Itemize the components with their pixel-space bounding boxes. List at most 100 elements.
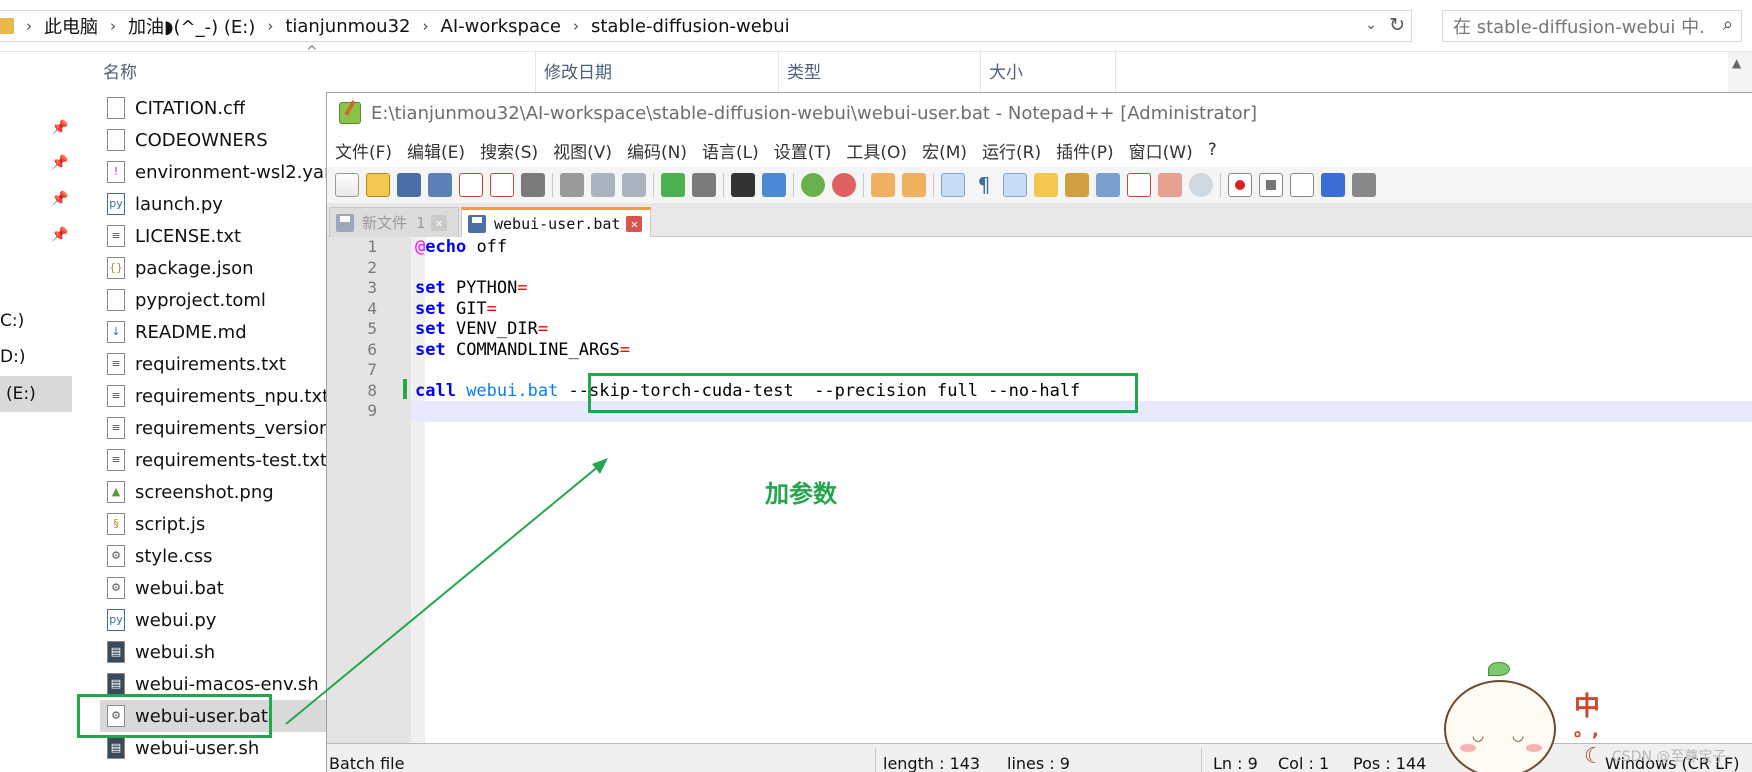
cut-icon[interactable] xyxy=(560,173,584,197)
copy-icon[interactable] xyxy=(591,173,615,197)
save-all-icon[interactable] xyxy=(428,173,452,197)
column-header-type[interactable]: 类型 xyxy=(787,52,821,94)
close-icon[interactable]: ✕ xyxy=(431,214,448,231)
list-item[interactable]: ⚙ webui.bat xyxy=(100,572,330,604)
column-header-date[interactable]: 修改日期 xyxy=(544,52,612,94)
indent-guide-icon[interactable] xyxy=(1003,173,1027,197)
sync-vertical-icon[interactable] xyxy=(871,173,895,197)
function-list-icon[interactable] xyxy=(1127,173,1151,197)
menu-file[interactable]: 文件(F) xyxy=(335,138,392,163)
print-icon[interactable] xyxy=(521,173,545,197)
search-input[interactable]: 在 stable-diffusion-webui 中... ⌕ xyxy=(1442,10,1742,42)
document-list-icon[interactable] xyxy=(1096,173,1120,197)
list-item[interactable]: py launch.py xyxy=(100,188,330,220)
column-header-name[interactable]: 名称 xyxy=(103,52,137,94)
chevron-right-icon[interactable]: › xyxy=(423,17,429,35)
menu-edit[interactable]: 编辑(E) xyxy=(407,138,465,163)
list-item[interactable]: ↓ README.md xyxy=(100,316,330,348)
breadcrumb-current-folder[interactable]: stable-diffusion-webui xyxy=(591,16,790,37)
new-file-icon[interactable] xyxy=(335,173,359,197)
sync-horizontal-icon[interactable] xyxy=(902,173,926,197)
list-item[interactable]: ! environment-wsl2.yaml xyxy=(100,156,330,188)
list-item[interactable]: pyproject.toml xyxy=(100,284,330,316)
list-item[interactable]: ≡ requirements_npu.txt xyxy=(100,380,330,412)
search-icon[interactable]: ⌕ xyxy=(1723,14,1733,35)
column-header-size[interactable]: 大小 xyxy=(989,52,1023,94)
nav-drive-e[interactable]: (E:) xyxy=(0,376,72,412)
chevron-right-icon[interactable]: › xyxy=(26,17,32,35)
show-all-characters-icon[interactable]: ¶ xyxy=(972,173,996,197)
window-title-bar[interactable]: E:\tianjunmou32\AI-workspace\stable-diff… xyxy=(327,93,1752,133)
menu-search[interactable]: 搜索(S) xyxy=(480,138,538,163)
pin-icon[interactable]: 📌 xyxy=(51,227,68,243)
record-macro-icon[interactable] xyxy=(1228,173,1252,197)
find-icon[interactable] xyxy=(731,173,755,197)
list-item[interactable]: ▤ webui.sh xyxy=(100,636,330,668)
nav-drive-d[interactable]: D:) xyxy=(0,347,25,367)
menu-window[interactable]: 窗口(W) xyxy=(1129,138,1193,163)
chevron-right-icon[interactable]: › xyxy=(110,17,116,35)
zoom-out-icon[interactable] xyxy=(832,173,856,197)
replace-icon[interactable] xyxy=(762,173,786,197)
menu-settings[interactable]: 设置(T) xyxy=(774,138,832,163)
chevron-down-icon[interactable]: ⌄ xyxy=(1365,17,1377,33)
list-item[interactable]: ≡ LICENSE.txt xyxy=(100,220,330,252)
undo-icon[interactable] xyxy=(661,173,685,197)
open-file-icon[interactable] xyxy=(366,173,390,197)
redo-icon[interactable] xyxy=(692,173,716,197)
save-macro-icon[interactable] xyxy=(1352,173,1376,197)
monitoring-icon[interactable] xyxy=(1189,173,1213,197)
breadcrumb-user-folder[interactable]: tianjunmou32 xyxy=(285,16,410,37)
list-item[interactable]: ≡ requirements-test.txt xyxy=(100,444,330,476)
list-item[interactable]: py webui.py xyxy=(100,604,330,636)
folder-as-workspace-icon[interactable] xyxy=(1158,173,1182,197)
list-item[interactable]: ≡ requirements.txt xyxy=(100,348,330,380)
column-divider[interactable] xyxy=(1115,52,1116,94)
column-divider[interactable] xyxy=(980,52,981,94)
breadcrumb-workspace[interactable]: AI-workspace xyxy=(441,16,561,37)
menu-run[interactable]: 运行(R) xyxy=(982,138,1041,163)
list-item[interactable]: {} package.json xyxy=(100,252,330,284)
list-item[interactable]: CITATION.cff xyxy=(100,92,330,124)
user-defined-language-icon[interactable] xyxy=(1034,173,1058,197)
chevron-right-icon[interactable]: › xyxy=(573,17,579,35)
save-icon[interactable] xyxy=(397,173,421,197)
close-file-icon[interactable] xyxy=(459,173,483,197)
column-divider[interactable] xyxy=(778,52,779,94)
menu-tools[interactable]: 工具(O) xyxy=(846,138,907,163)
list-item[interactable]: ⚙ style.css xyxy=(100,540,330,572)
menu-plugins[interactable]: 插件(P) xyxy=(1056,138,1114,163)
nav-drive-c[interactable]: C:) xyxy=(0,311,24,331)
menu-macro[interactable]: 宏(M) xyxy=(922,138,967,163)
stop-macro-icon[interactable] xyxy=(1259,173,1283,197)
document-map-icon[interactable] xyxy=(1065,173,1089,197)
column-divider[interactable] xyxy=(535,52,536,94)
menu-help[interactable]: ? xyxy=(1208,140,1217,160)
word-wrap-icon[interactable] xyxy=(941,173,965,197)
refresh-icon[interactable]: ↻ xyxy=(1389,14,1405,36)
tab-new-file[interactable]: 新文件 1 ✕ xyxy=(329,207,459,237)
close-icon[interactable]: ✕ xyxy=(626,215,643,232)
list-item[interactable]: § script.js xyxy=(100,508,330,540)
play-macro-icon[interactable] xyxy=(1290,173,1314,197)
breadcrumb-this-pc[interactable]: 此电脑 xyxy=(44,13,98,39)
zoom-in-icon[interactable] xyxy=(801,173,825,197)
pin-icon[interactable]: 📌 xyxy=(51,191,68,207)
close-all-icon[interactable] xyxy=(490,173,514,197)
menu-view[interactable]: 视图(V) xyxy=(553,138,612,163)
breadcrumb-drive-e[interactable]: 加油◗(^_-) (E:) xyxy=(128,13,255,39)
pin-icon[interactable]: 📌 xyxy=(51,155,68,171)
code-line-6: set COMMANDLINE_ARGS= xyxy=(415,340,630,360)
menu-encoding[interactable]: 编码(N) xyxy=(627,138,687,163)
breadcrumb[interactable]: › 此电脑 › 加油◗(^_-) (E:) › tianjunmou32 › A… xyxy=(0,10,1412,42)
pin-icon[interactable]: 📌 xyxy=(51,120,68,136)
menu-language[interactable]: 语言(L) xyxy=(702,138,759,163)
paste-icon[interactable] xyxy=(622,173,646,197)
list-item[interactable]: ▲ screenshot.png xyxy=(100,476,330,508)
list-item[interactable]: ≡requirements_versions.txt xyxy=(100,412,330,444)
chevron-right-icon[interactable]: › xyxy=(267,17,273,35)
chevron-up-icon[interactable]: ▲ xyxy=(1732,56,1741,70)
run-macro-multiple-icon[interactable] xyxy=(1321,173,1345,197)
tab-webui-user-bat[interactable]: webui-user.bat ✕ xyxy=(461,207,651,237)
list-item[interactable]: CODEOWNERS xyxy=(100,124,330,156)
